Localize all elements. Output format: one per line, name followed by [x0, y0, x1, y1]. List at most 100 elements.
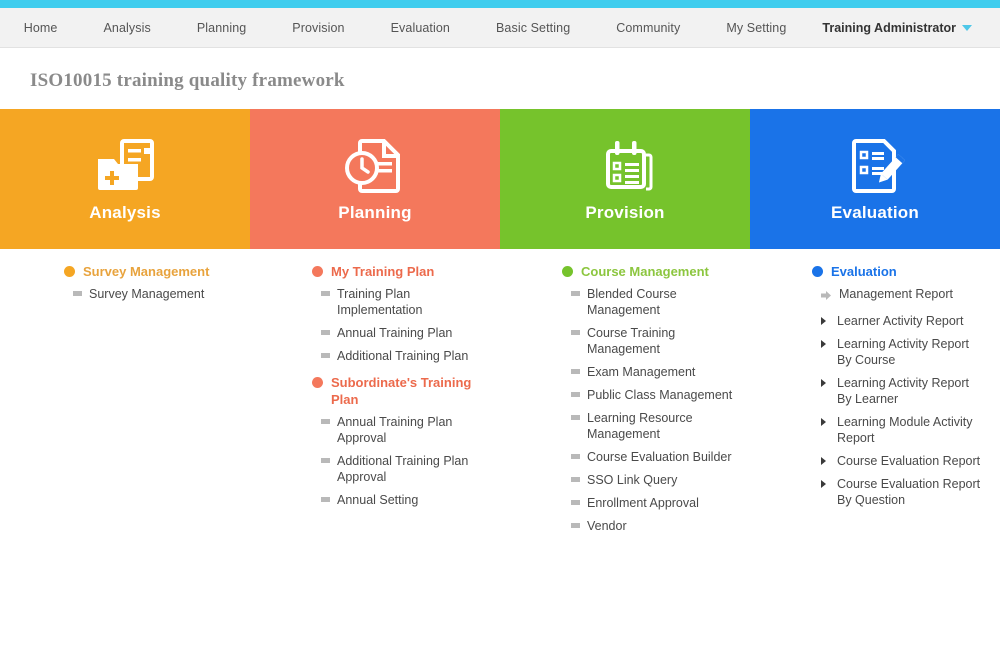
- menu-item-label: Learning Activity Report By Course: [837, 337, 970, 367]
- menu-item[interactable]: Learning Activity Report By Learner: [812, 375, 986, 407]
- menu-item-label: Learning Module Activity Report: [837, 415, 973, 445]
- bullet-dot-icon: [64, 266, 75, 277]
- menu-item-label: Blended Course Management: [587, 287, 677, 317]
- menu-item[interactable]: Additional Training Plan: [312, 348, 486, 364]
- category-card-label: Evaluation: [831, 203, 919, 222]
- menu-item-label: Course Evaluation Report By Question: [837, 477, 981, 507]
- menu-item-label: Learner Activity Report: [837, 314, 964, 328]
- bullet-dot-icon: [312, 266, 323, 277]
- menu-item[interactable]: Learning Activity Report By Course: [812, 336, 986, 368]
- menu-group-heading[interactable]: Course Management: [562, 263, 736, 280]
- nav-item-community[interactable]: Community: [606, 21, 690, 35]
- triangle-right-icon: [821, 418, 830, 426]
- square-bullet-icon: [321, 458, 330, 463]
- arrow-right-icon: [821, 288, 832, 306]
- nav-item-my-setting[interactable]: My Setting: [716, 21, 796, 35]
- square-bullet-icon: [571, 392, 580, 397]
- menu-item-label: Enrollment Approval: [587, 496, 699, 510]
- menu-item-label: Annual Training Plan: [337, 326, 453, 340]
- menu-item-label: Course Evaluation Report: [837, 454, 981, 468]
- menu-item[interactable]: Learner Activity Report: [812, 313, 986, 329]
- menu-column-evaluation: Evaluation Management Report Learner Activ…: [750, 263, 1000, 544]
- menu-item[interactable]: Course Evaluation Report By Question: [812, 476, 986, 508]
- square-bullet-icon: [571, 369, 580, 374]
- menu-item[interactable]: Learning Module Activity Report: [812, 414, 986, 446]
- triangle-right-icon: [821, 340, 830, 348]
- menu-item[interactable]: Enrollment Approval: [562, 495, 736, 511]
- menu-item[interactable]: Blended Course Management: [562, 286, 736, 318]
- menu-group-heading[interactable]: Subordinate's Training Plan: [312, 374, 486, 408]
- triangle-right-icon: [821, 379, 830, 387]
- bullet-dot-icon: [312, 377, 323, 388]
- menu-group-heading[interactable]: Survey Management: [64, 263, 236, 280]
- menu-item-label: Additional Training Plan Approval: [337, 454, 469, 484]
- square-bullet-icon: [73, 291, 82, 296]
- category-card-label: Provision: [585, 203, 665, 222]
- menu-group: Survey Management Survey Management: [64, 263, 236, 302]
- nav-item-basic-setting[interactable]: Basic Setting: [486, 21, 580, 35]
- menu-item[interactable]: Annual Setting: [312, 492, 486, 508]
- category-card-label: Planning: [338, 203, 412, 222]
- menu-item[interactable]: Course Evaluation Report: [812, 453, 986, 469]
- nav-item-planning[interactable]: Planning: [187, 21, 256, 35]
- menu-item-label: Training Plan Implementation: [337, 287, 423, 317]
- chevron-down-icon: [962, 24, 972, 31]
- menu-item[interactable]: Training Plan Implementation: [312, 286, 486, 318]
- menu-item-label: Course Training Management: [587, 326, 676, 356]
- menu-item-label: Annual Setting: [337, 493, 419, 507]
- menu-item-label: Survey Management: [89, 287, 205, 301]
- square-bullet-icon: [321, 419, 330, 424]
- menu-group-heading-label: Course Management: [581, 264, 709, 279]
- menu-item[interactable]: Survey Management: [64, 286, 236, 302]
- menu-item[interactable]: Annual Training Plan: [312, 325, 486, 341]
- square-bullet-icon: [571, 415, 580, 420]
- nav-item-provision[interactable]: Provision: [282, 21, 354, 35]
- menu-item[interactable]: Learning Resource Management: [562, 410, 736, 442]
- menu-item-label: Course Evaluation Builder: [587, 450, 732, 464]
- menu-item-label: Public Class Management: [587, 388, 733, 402]
- menu-group-heading-label: Survey Management: [83, 264, 210, 279]
- menu-item[interactable]: Annual Training Plan Approval: [312, 414, 486, 446]
- category-card-row: Analysis Planning Provision Evaluation: [0, 109, 1000, 249]
- menu-item-label: Learning Activity Report By Learner: [837, 376, 970, 406]
- menu-item[interactable]: Management Report: [812, 286, 986, 306]
- calendar-checklist-icon: [594, 135, 656, 197]
- category-card-planning[interactable]: Planning: [250, 109, 500, 249]
- menu-item[interactable]: Vendor: [562, 518, 736, 534]
- menu-group-heading-label: Subordinate's Training Plan: [331, 375, 472, 407]
- menu-columns: Survey Management Survey Management My Tra…: [0, 249, 1000, 544]
- menu-item-label: Annual Training Plan Approval: [337, 415, 453, 445]
- menu-item[interactable]: Additional Training Plan Approval: [312, 453, 486, 485]
- menu-item-label: Management Report: [839, 287, 953, 301]
- user-account-menu[interactable]: Training Administrator: [822, 21, 1000, 35]
- category-card-provision[interactable]: Provision: [500, 109, 750, 249]
- menu-item[interactable]: Exam Management: [562, 364, 736, 380]
- category-card-analysis[interactable]: Analysis: [0, 109, 250, 249]
- menu-group-heading[interactable]: Evaluation: [812, 263, 986, 280]
- menu-group-heading-label: My Training Plan: [331, 264, 435, 279]
- nav-item-analysis[interactable]: Analysis: [93, 21, 160, 35]
- nav-item-home[interactable]: Home: [14, 21, 68, 35]
- square-bullet-icon: [571, 500, 580, 505]
- category-card-evaluation[interactable]: Evaluation: [750, 109, 1000, 249]
- menu-group-heading[interactable]: My Training Plan: [312, 263, 486, 280]
- triangle-right-icon: [821, 457, 830, 465]
- menu-item[interactable]: Public Class Management: [562, 387, 736, 403]
- menu-item[interactable]: Course Evaluation Builder: [562, 449, 736, 465]
- triangle-right-icon: [821, 317, 830, 325]
- nav-item-evaluation[interactable]: Evaluation: [381, 21, 460, 35]
- menu-item[interactable]: SSO Link Query: [562, 472, 736, 488]
- square-bullet-icon: [571, 330, 580, 335]
- bullet-dot-icon: [812, 266, 823, 277]
- document-pencil-icon: [844, 135, 906, 197]
- square-bullet-icon: [321, 291, 330, 296]
- user-account-label: Training Administrator: [822, 20, 956, 35]
- menu-group-heading-label: Evaluation: [831, 264, 897, 279]
- square-bullet-icon: [321, 330, 330, 335]
- menu-item-label: Learning Resource Management: [587, 411, 693, 441]
- menu-item-label: SSO Link Query: [587, 473, 678, 487]
- main-navigation-bar: Home Analysis Planning Provision Evaluation B…: [0, 8, 1000, 48]
- menu-group: Subordinate's Training Plan Annual Traini…: [312, 374, 486, 508]
- square-bullet-icon: [571, 523, 580, 528]
- menu-item[interactable]: Course Training Management: [562, 325, 736, 357]
